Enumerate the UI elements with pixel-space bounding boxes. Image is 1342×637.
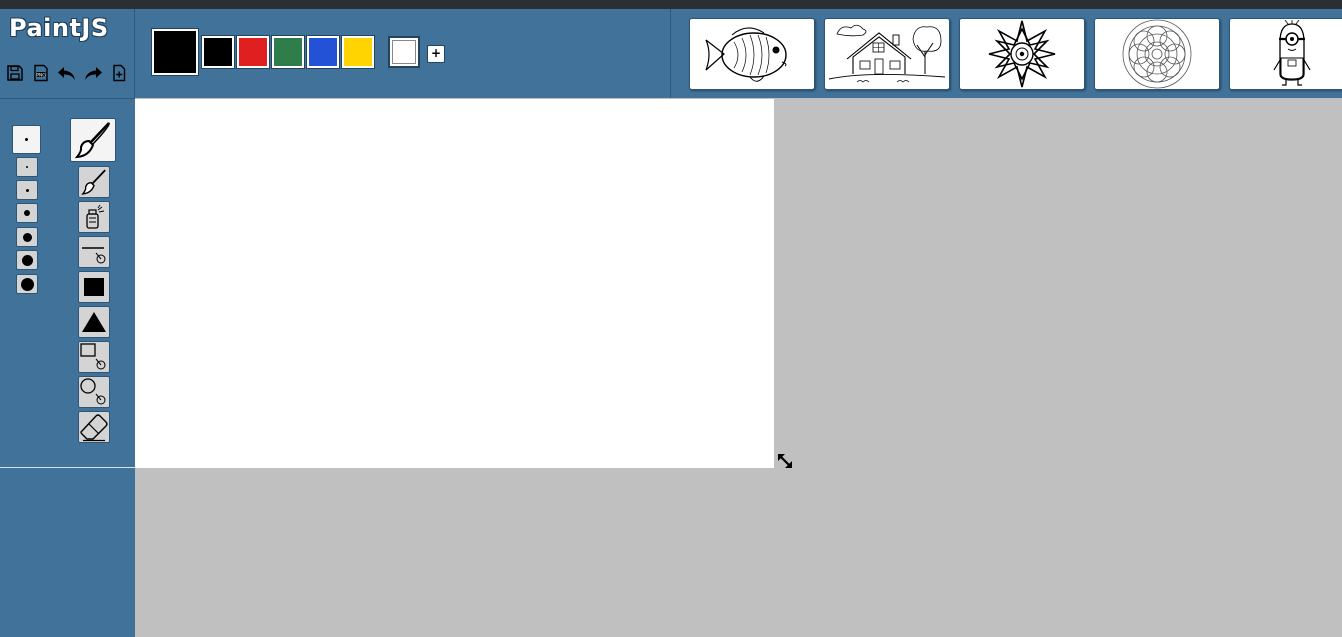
brush-size-button-5[interactable] xyxy=(16,250,38,270)
brush-size-button-3[interactable] xyxy=(16,203,38,223)
filled-rectangle-tool-icon xyxy=(84,278,104,296)
color-swatch-black[interactable] xyxy=(202,36,234,68)
brush-size-button-1[interactable] xyxy=(16,157,38,177)
new-page-icon[interactable] xyxy=(108,62,130,84)
color-swatch-blue[interactable] xyxy=(307,36,339,68)
brush-size-button-2[interactable] xyxy=(16,180,38,200)
rectangle-outline-tool-icon xyxy=(80,343,106,370)
header: PaintJS PNG + xyxy=(0,9,1342,98)
background-color-swatch[interactable] xyxy=(388,36,420,68)
top-strip xyxy=(0,0,1342,9)
house-template-thumbnail[interactable] xyxy=(824,18,950,90)
svg-text:PNG: PNG xyxy=(36,72,46,78)
eraser-tool-button[interactable] xyxy=(78,411,110,443)
file-toolbar: PNG xyxy=(4,62,130,84)
brush-size-button-6[interactable] xyxy=(16,274,38,294)
color-swatch-yellow[interactable] xyxy=(342,36,374,68)
filled-triangle-tool-button[interactable] xyxy=(78,306,110,338)
star-mandala-template-thumbnail[interactable] xyxy=(959,18,1085,90)
round-mandala-template-thumbnail[interactable] xyxy=(1094,18,1220,90)
line-tool-icon xyxy=(82,247,106,264)
circle-outline-tool-icon xyxy=(80,378,106,405)
filled-rectangle-tool-button[interactable] xyxy=(78,271,110,303)
eraser-tool-icon xyxy=(80,414,108,442)
current-color-swatch[interactable] xyxy=(152,29,198,75)
brush-tool-icon xyxy=(74,122,110,159)
redo-icon[interactable] xyxy=(82,62,104,84)
drawing-canvas[interactable] xyxy=(135,99,774,468)
filled-triangle-tool-icon xyxy=(82,312,106,332)
left-toolbar xyxy=(0,98,135,637)
color-swatch-green[interactable] xyxy=(272,36,304,68)
pencil-brush-tool-button[interactable] xyxy=(78,166,110,198)
sidebar-divider xyxy=(0,467,135,468)
app-logo: PaintJS xyxy=(9,14,109,42)
brush-tool-button[interactable] xyxy=(70,118,116,162)
color-palette: + xyxy=(135,9,671,98)
undo-icon[interactable] xyxy=(56,62,78,84)
brush-size-button-1-active[interactable] xyxy=(12,125,41,154)
rectangle-outline-tool-button[interactable] xyxy=(78,341,110,373)
spray-tool-button[interactable] xyxy=(78,201,110,233)
line-tool-button[interactable] xyxy=(78,236,110,268)
circle-outline-tool-button[interactable] xyxy=(78,376,110,408)
pencil-brush-tool-icon xyxy=(81,169,106,195)
color-swatch-red[interactable] xyxy=(237,36,269,68)
canvas-resize-icon[interactable] xyxy=(776,452,796,472)
header-left: PaintJS PNG xyxy=(0,9,135,98)
minion-template-thumbnail[interactable] xyxy=(1229,18,1342,90)
brush-size-button-4[interactable] xyxy=(16,227,38,247)
add-color-button[interactable]: + xyxy=(427,45,445,63)
export-image-icon[interactable]: PNG xyxy=(30,62,52,84)
spray-tool-icon xyxy=(86,204,105,229)
template-gallery xyxy=(689,18,1342,90)
save-icon[interactable] xyxy=(4,62,26,84)
fish-template-thumbnail[interactable] xyxy=(689,18,815,90)
